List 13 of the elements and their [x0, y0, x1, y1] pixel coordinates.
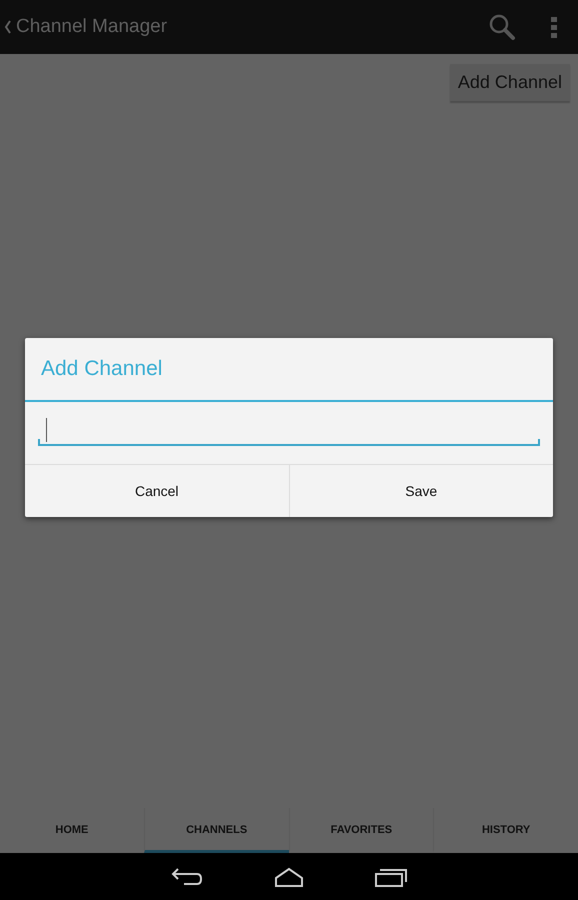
- tab[interactable]: HOME: [0, 808, 144, 853]
- up-caret-icon[interactable]: [4, 20, 12, 34]
- dialog-title: Add Channel: [25, 338, 553, 402]
- text-cursor-icon: [46, 418, 47, 442]
- input-field[interactable]: [38, 416, 540, 446]
- screen-title: Channel Manager: [16, 16, 168, 38]
- dialog-button[interactable]: Cancel: [25, 465, 288, 517]
- add-channel-button[interactable]: Add Channel: [450, 64, 570, 101]
- overflow-menu-icon[interactable]: [550, 16, 558, 38]
- dialog-button[interactable]: Save: [288, 465, 553, 517]
- back-icon[interactable]: [170, 866, 204, 888]
- home-icon[interactable]: [272, 866, 306, 888]
- search-icon[interactable]: [488, 13, 516, 41]
